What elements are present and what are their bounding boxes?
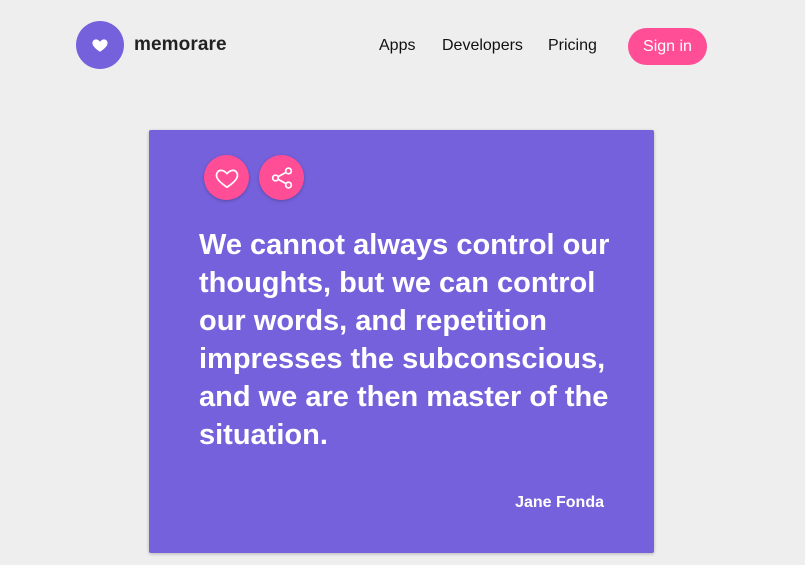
nav-link-pricing[interactable]: Pricing <box>548 37 597 55</box>
quote-text: We cannot always control our thoughts, b… <box>199 229 610 451</box>
site-header: memorare Apps Developers Pricing Sign in <box>0 0 805 92</box>
quote-card: We cannot always control our thoughts, b… <box>149 130 654 553</box>
share-button[interactable] <box>259 155 304 200</box>
logo[interactable] <box>76 21 124 69</box>
nav-link-apps[interactable]: Apps <box>379 37 415 55</box>
nav-link-developers[interactable]: Developers <box>442 37 523 55</box>
share-icon <box>271 166 292 189</box>
sign-in-button[interactable]: Sign in <box>628 28 707 65</box>
quote-author[interactable]: Jane Fonda <box>515 494 604 512</box>
like-button[interactable] <box>204 155 249 200</box>
heart-icon <box>92 39 108 52</box>
heart-outline-icon <box>215 169 238 188</box>
brand-name[interactable]: memorare <box>134 34 227 56</box>
